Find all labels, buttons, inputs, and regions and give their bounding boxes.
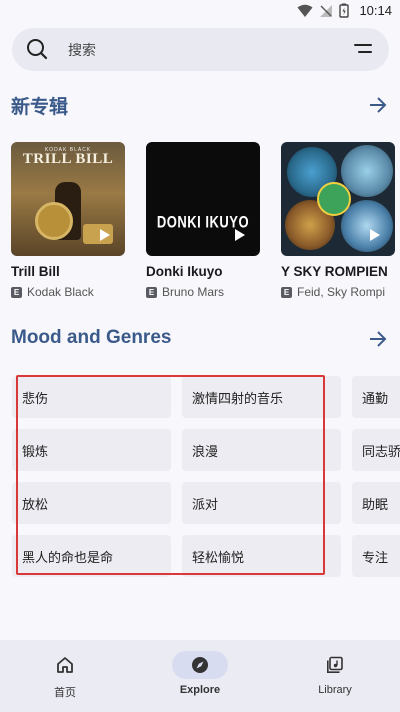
new-albums-more-button[interactable] — [368, 95, 388, 115]
search-bar[interactable]: 搜索 — [12, 28, 389, 71]
album-card-trill-bill[interactable]: KODAK BLACK TRILL BILL Trill Bill E Koda… — [11, 142, 125, 299]
nav-label: Explore — [179, 684, 221, 696]
album-cover[interactable] — [281, 142, 395, 256]
album-title[interactable]: Trill Bill — [11, 264, 60, 279]
battery-icon — [339, 3, 350, 18]
genre-chip[interactable]: 激情四射的音乐 — [182, 376, 341, 418]
album-artist[interactable]: Kodak Black — [27, 285, 94, 299]
nav-home[interactable]: 首页 — [0, 640, 130, 712]
wifi-icon — [297, 4, 313, 17]
new-albums-title: 新专辑 — [11, 97, 69, 118]
album-cover[interactable]: KODAK BLACK TRILL BILL — [11, 142, 125, 256]
genre-chip[interactable]: 助眠 — [352, 482, 400, 524]
nav-library[interactable]: Library — [270, 640, 400, 712]
status-bar: 10:14 — [0, 0, 400, 24]
genre-chip[interactable]: 通勤 — [352, 376, 400, 418]
genre-chip[interactable]: 派对 — [182, 482, 341, 524]
genre-chip[interactable]: 浪漫 — [182, 429, 341, 471]
album-card-sky-rompiendo[interactable]: Y SKY ROMPIEN E Feid, Sky Rompi — [281, 142, 400, 312]
arrow-right-icon — [370, 331, 387, 347]
album-artist[interactable]: Feid, Sky Rompi — [297, 285, 385, 299]
arrow-right-icon — [370, 97, 387, 113]
genre-chip[interactable]: 专注 — [352, 535, 400, 577]
filter-icon[interactable] — [353, 43, 373, 55]
status-time: 10:14 — [359, 3, 392, 18]
genre-chip[interactable]: 轻松愉悦 — [182, 535, 341, 577]
explicit-badge: E — [281, 286, 292, 298]
album-cover[interactable]: DONKI IKUYO — [146, 142, 260, 256]
genre-chip[interactable]: 同志骄 — [352, 429, 400, 471]
play-icon[interactable] — [99, 228, 111, 242]
moods-more-button[interactable] — [368, 329, 388, 349]
compass-icon — [192, 657, 208, 673]
bottom-nav: 首页 Explore Library — [0, 640, 400, 712]
signal-icon — [320, 4, 333, 17]
genre-chip[interactable]: 锻炼 — [12, 429, 171, 471]
nav-label: Library — [318, 684, 352, 696]
album-title[interactable]: Donki Ikuyo — [146, 264, 223, 279]
explicit-badge: E — [146, 286, 157, 298]
genre-chip[interactable]: 悲伤 — [12, 376, 171, 418]
search-input[interactable]: 搜索 — [68, 40, 96, 60]
home-icon — [57, 657, 73, 673]
genre-chip[interactable]: 放松 — [12, 482, 171, 524]
explicit-badge: E — [11, 286, 22, 298]
genre-chip[interactable]: 黑人的命也是命 — [12, 535, 171, 577]
album-card-donki-ikuyo[interactable]: DONKI IKUYO Donki Ikuyo E Bruno Mars — [146, 142, 260, 299]
album-artist[interactable]: Bruno Mars — [162, 285, 224, 299]
play-icon[interactable] — [234, 228, 246, 242]
play-icon[interactable] — [369, 228, 381, 242]
library-icon — [327, 656, 343, 673]
nav-label: 首页 — [54, 687, 76, 699]
nav-explore[interactable]: Explore — [135, 640, 265, 712]
cover-text: TRILL BILL — [22, 151, 114, 167]
moods-title: Mood and Genres — [11, 327, 172, 348]
album-title[interactable]: Y SKY ROMPIEN — [281, 264, 388, 279]
search-icon[interactable] — [26, 38, 48, 60]
